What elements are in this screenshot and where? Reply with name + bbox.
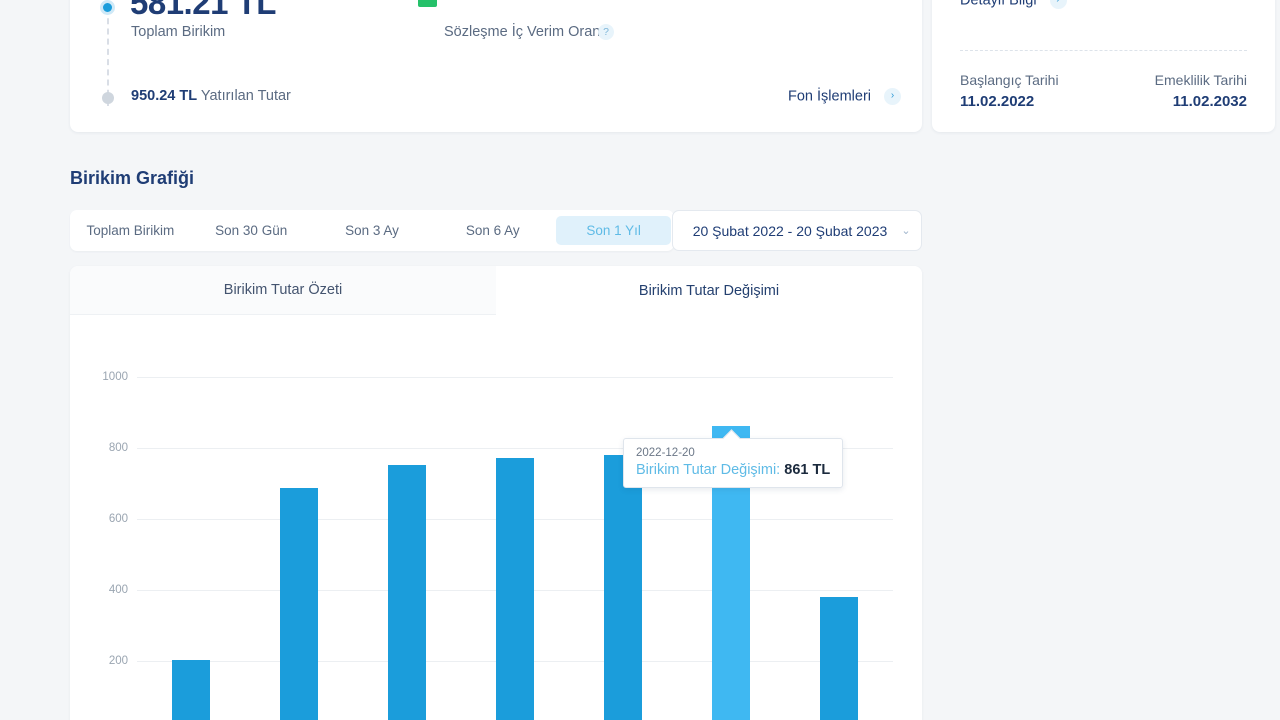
range-filter-3[interactable]: Son 6 Ay [435, 216, 550, 245]
chart-bar[interactable] [820, 597, 858, 720]
chevron-down-icon: ⌄ [901, 225, 911, 237]
page-title: Birikim Grafiği [70, 168, 195, 188]
help-icon[interactable]: ? [598, 24, 614, 40]
contract-rate-label: Sözleşme İç Verim Oranı [444, 24, 605, 40]
tooltip-value: 861 TL [784, 462, 831, 479]
y-axis-tick: 200 [108, 655, 128, 667]
bar-chart-plot: 020040060080010002022-02-202022-04-20202… [70, 315, 922, 720]
range-filter-label: Son 1 Yıl [586, 223, 641, 238]
chart-tab-label: Birikim Tutar Özeti [223, 282, 343, 298]
tooltip-series-label: Birikim Tutar Değişimi: [636, 462, 781, 479]
invested-amount-row: 950.24 TL Yatırılan Tutar [131, 88, 291, 104]
start-date-label: Başlangıç Tarihi [960, 72, 1059, 88]
total-savings-label: Toplam Birikim [131, 24, 226, 40]
contract-details-card: Detaylı Bilgi › Başlangıç Tarihi 11.02.2… [932, 0, 1275, 132]
chevron-right-icon: › [884, 88, 902, 105]
y-axis-tick: 1000 [102, 371, 128, 383]
range-filter-label: Son 6 Ay [465, 223, 520, 238]
trend-up-icon [418, 0, 437, 7]
chart-bar[interactable] [604, 455, 642, 720]
retirement-date-label: Emeklilik Tarihi [1154, 72, 1247, 88]
chart-bar[interactable] [496, 457, 534, 720]
range-filter-bar: Toplam Birikim Son 30 Gün Son 3 Ay Son 6 Ay… [70, 210, 674, 251]
invested-amount-label: Yatırılan Tutar [200, 88, 291, 104]
chart-tab-label: Birikim Tutar Değişimi [638, 282, 780, 299]
fund-transactions-label: Fon İşlemleri [788, 88, 871, 105]
detail-info-label: Detaylı Bilgi [960, 0, 1037, 9]
chart-bar[interactable] [280, 488, 318, 720]
chevron-right-icon: › [1049, 0, 1067, 9]
range-filter-label: Son 3 Ay [345, 223, 399, 238]
range-filter-label: Toplam Birikim [86, 223, 175, 238]
chart-tab-0[interactable]: Birikim Tutar Özeti [70, 266, 496, 315]
date-range-select[interactable]: 20 Şubat 2022 - 20 Şubat 2023 ⌄ [672, 210, 922, 251]
y-axis-tick: 800 [108, 442, 128, 454]
range-filter-4[interactable]: Son 1 Yıl [556, 216, 671, 245]
timeline-dot-bottom [102, 92, 114, 104]
y-axis-tick: 600 [108, 513, 128, 525]
savings-summary-card: 581.21 TL Toplam Birikim 950.24 TL Yatır… [70, 0, 922, 132]
fund-transactions-link[interactable]: Fon İşlemleri › [788, 88, 902, 105]
start-date-value: 11.02.2022 [960, 93, 1035, 110]
chart-tooltip: 2022-12-20 Birikim Tutar Değişimi: 861 TL [623, 429, 844, 489]
retirement-date-value: 11.02.2032 [1172, 93, 1247, 110]
range-filter-1[interactable]: Son 30 Gün [194, 216, 309, 245]
range-filter-2[interactable]: Son 3 Ay [315, 216, 430, 245]
chart-bar[interactable] [388, 465, 426, 720]
gridline [137, 377, 893, 378]
chart-bar[interactable] [172, 659, 210, 720]
tooltip-date: 2022-12-20 [636, 447, 695, 460]
invested-amount-value: 950.24 TL [131, 88, 198, 104]
card-divider [960, 50, 1247, 51]
chart-panel: Birikim Tutar Özeti Birikim Tutar Değişim… [70, 266, 922, 720]
contract-rate-value: - [445, 0, 455, 14]
chart-tab-bar: Birikim Tutar Özeti Birikim Tutar Değişim… [70, 266, 922, 315]
range-filter-0[interactable]: Toplam Birikim [73, 216, 188, 245]
y-axis-tick: 400 [108, 584, 128, 596]
top-cards-row: 581.21 TL Toplam Birikim 950.24 TL Yatır… [0, 0, 1280, 132]
tooltip-series-row: Birikim Tutar Değişimi: 861 TL [636, 462, 830, 478]
timeline-dot-top [100, 0, 115, 15]
detail-info-link[interactable]: Detaylı Bilgi › [960, 0, 1067, 9]
range-filter-label: Son 30 Gün [215, 223, 288, 238]
total-savings-amount: 581.21 TL [130, 0, 276, 21]
chart-tab-1[interactable]: Birikim Tutar Değişimi [496, 266, 922, 315]
date-range-value: 20 Şubat 2022 - 20 Şubat 2023 [692, 222, 888, 239]
